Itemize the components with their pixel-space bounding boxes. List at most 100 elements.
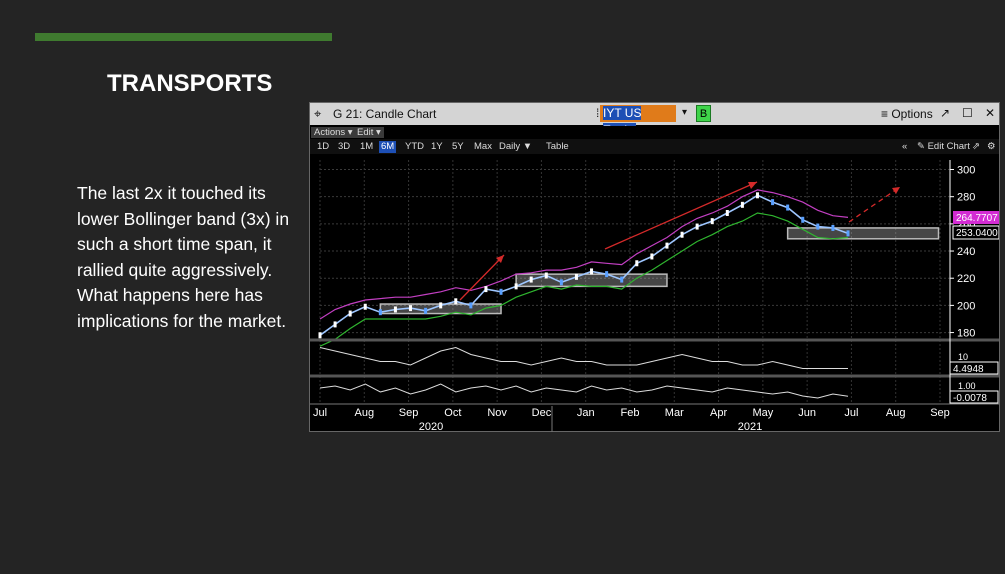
indicator-2-line	[319, 383, 849, 399]
candle	[454, 298, 458, 305]
candle	[831, 224, 835, 231]
actions-toolbar: Actions ▾ Edit ▾	[310, 126, 999, 139]
range-toolbar: 1D 3D 1M 6M YTD 1Y 5Y Max Daily ▼ Table …	[310, 139, 999, 154]
month-tick-label: Apr	[710, 407, 727, 419]
candle	[529, 276, 533, 283]
candle	[846, 230, 850, 237]
range-1d[interactable]: 1D	[315, 141, 331, 153]
popout-icon[interactable]: ↗	[940, 106, 950, 120]
month-tick-label: Jul	[313, 407, 327, 419]
year-label: 2020	[419, 421, 443, 432]
candle	[801, 216, 805, 223]
edit-icon[interactable]: ⇗	[970, 141, 982, 153]
price-tick-label: 300	[957, 165, 975, 177]
month-tick-label: Aug	[886, 407, 906, 419]
time-axis: Jul Aug Sep Oct Nov Dec Jan Feb Mar Apr May Jun Jul A…	[310, 403, 999, 432]
candle	[635, 260, 639, 267]
collapse-icon[interactable]: «	[900, 141, 909, 153]
price-tick-label: 220	[957, 273, 975, 285]
candle	[620, 276, 624, 283]
actions-menu[interactable]: Actions ▾	[311, 127, 356, 138]
candle	[409, 305, 413, 312]
edit-menu[interactable]: Edit ▾	[354, 127, 384, 138]
candle	[786, 204, 790, 211]
upper-band-label: 264.7707	[956, 213, 998, 224]
candle	[469, 302, 473, 309]
candle	[499, 288, 503, 295]
candle	[816, 223, 820, 230]
gear-icon[interactable]: ⚙	[985, 141, 998, 153]
ind1-value-label: 4.4948	[953, 364, 984, 375]
last-price-label: 253.0400	[956, 228, 998, 239]
b-button[interactable]: B	[696, 105, 711, 122]
month-tick-label: May	[752, 407, 773, 419]
candle	[363, 303, 367, 310]
price-line	[319, 194, 849, 336]
candle	[574, 273, 578, 280]
edit-chart-button[interactable]: ✎ Edit Chart	[915, 141, 972, 153]
month-tick-label: Nov	[487, 407, 507, 419]
candle	[424, 307, 428, 314]
year-label: 2021	[738, 421, 762, 432]
range-3d[interactable]: 3D	[336, 141, 352, 153]
options-button[interactable]: ≡ Options	[881, 107, 933, 121]
cursor-icon: ⁞	[596, 106, 600, 120]
range-1m[interactable]: 1M	[358, 141, 375, 153]
maximize-icon[interactable]: ☐	[962, 106, 973, 120]
consolidation-box-2	[515, 273, 668, 288]
price-tick-label: 200	[957, 300, 975, 312]
window-titlebar: ⌖ G 21: Candle Chart ⁞ IYT US Equity ▾ B…	[310, 103, 999, 137]
bloomberg-chart-window: ⌖ G 21: Candle Chart ⁞ IYT US Equity ▾ B…	[309, 102, 1000, 432]
candle	[680, 231, 684, 238]
month-tick-label: Mar	[665, 407, 684, 419]
candle	[333, 321, 337, 328]
candle	[393, 306, 397, 313]
ind2-value-label: -0.0078	[953, 393, 987, 404]
candle	[484, 286, 488, 293]
month-tick-label: Sep	[399, 407, 419, 419]
month-tick-label: Feb	[621, 407, 640, 419]
price-tick-label: 280	[957, 192, 975, 204]
trend-arrow-3	[848, 186, 901, 223]
candle	[348, 310, 352, 317]
close-icon[interactable]: ✕	[985, 106, 995, 120]
trend-arrow-3-head	[892, 187, 900, 194]
consolidation-boxes	[379, 227, 940, 315]
move-icon[interactable]: ⌖	[314, 106, 321, 122]
price-tick-label: 240	[957, 246, 975, 258]
ticker-dropdown-icon[interactable]: ▾	[682, 107, 687, 118]
candle	[740, 201, 744, 208]
price-chart[interactable]: 300280260240220200180 Jul Aug Sep Oct Nov Dec…	[310, 154, 999, 432]
range-6m[interactable]: 6M	[379, 141, 397, 153]
range-1y[interactable]: 1Y	[429, 141, 445, 153]
ind1-tick-label: 10	[958, 352, 968, 362]
candle	[755, 192, 759, 199]
candle	[710, 218, 714, 225]
candle	[650, 253, 654, 260]
ticker-input[interactable]: IYT US Equity	[600, 105, 676, 137]
candle	[439, 302, 443, 309]
range-5y[interactable]: 5Y	[450, 141, 466, 153]
frequency-dropdown[interactable]: Daily ▼	[497, 141, 534, 153]
month-tick-label: Sep	[930, 407, 950, 419]
month-tick-label: Jul	[844, 407, 858, 419]
month-tick-label: Jun	[798, 407, 816, 419]
ind2-tick-label: 1.00	[958, 381, 976, 391]
price-tick-label: 180	[957, 328, 975, 340]
window-title: G 21: Candle Chart	[333, 107, 437, 121]
indicator-1-line	[319, 346, 848, 369]
range-max[interactable]: Max	[472, 141, 494, 153]
candle	[378, 309, 382, 316]
range-ytd[interactable]: YTD	[403, 141, 426, 153]
candle	[605, 271, 609, 278]
candle	[665, 242, 669, 249]
month-tick-label: Jan	[577, 407, 595, 419]
slide-body-text: The last 2x it touched its lower Bolling…	[77, 183, 290, 331]
candle	[590, 268, 594, 275]
month-tick-label: Aug	[354, 407, 374, 419]
candle	[514, 283, 518, 290]
candle	[544, 272, 548, 279]
table-button[interactable]: Table	[544, 141, 571, 153]
candle	[318, 332, 322, 339]
trend-arrow-2	[604, 181, 758, 250]
